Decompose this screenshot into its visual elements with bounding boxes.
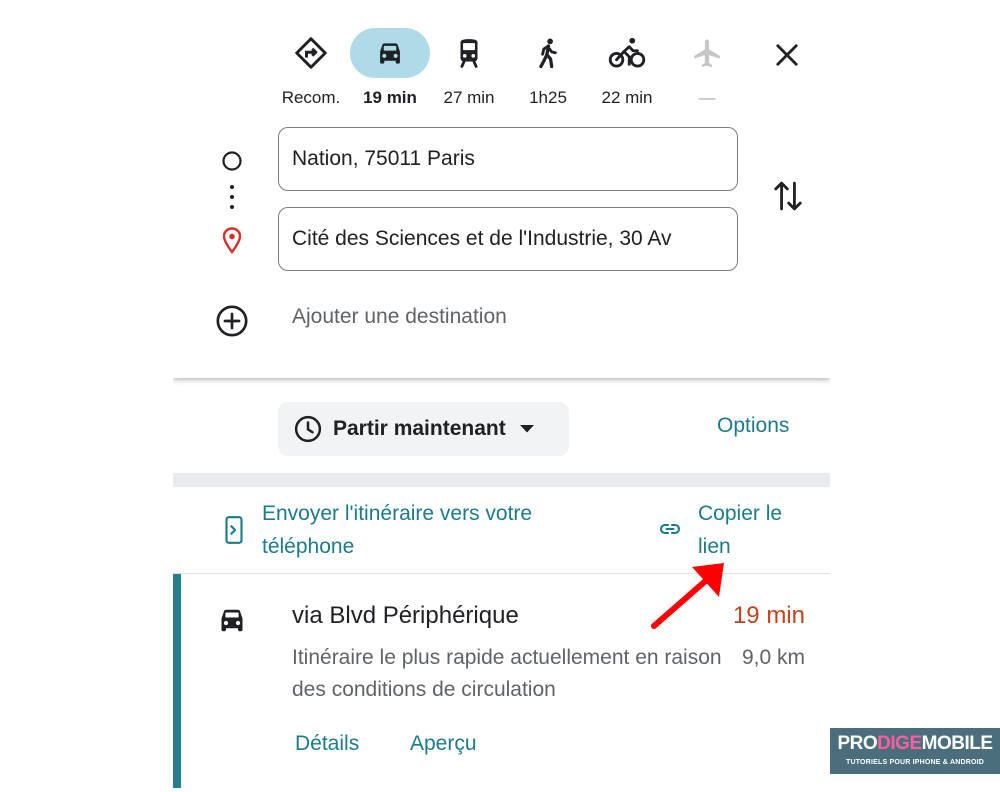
section-separator xyxy=(173,473,830,487)
mode-transit-pill xyxy=(441,28,497,78)
mode-car-pill xyxy=(350,28,430,78)
route-duration: 19 min xyxy=(732,602,805,629)
origin-field[interactable] xyxy=(278,127,738,191)
close-icon xyxy=(776,44,798,66)
airplane-icon xyxy=(694,39,720,68)
mode-bike-pill xyxy=(599,28,655,78)
origin-input[interactable] xyxy=(292,128,727,190)
walking-icon xyxy=(539,38,557,69)
mode-flight: — xyxy=(657,22,757,112)
mode-label: — xyxy=(698,88,716,107)
route-distance: 9,0 km xyxy=(741,646,805,669)
directions-header-card: Recom. 19 min 27 min 1h25 22 min — Natio… xyxy=(173,0,830,378)
route-description: Itinéraire le plus rapide actuellement e… xyxy=(292,646,722,701)
bicycle-icon xyxy=(608,37,646,68)
link-icon[interactable] xyxy=(655,517,685,541)
brand-part-c: MOBILE xyxy=(921,733,993,754)
car-icon xyxy=(380,43,400,64)
add-destination-label[interactable]: Ajouter une destination xyxy=(292,305,507,329)
annotation-arrow xyxy=(651,563,724,629)
mode-walk-pill xyxy=(520,28,576,78)
destination-field[interactable] xyxy=(278,207,738,271)
send-to-phone-link[interactable]: Envoyer l'itinéraire vers votre téléphon… xyxy=(262,497,607,563)
route-preview-link[interactable]: Aperçu xyxy=(410,732,477,756)
clock-icon xyxy=(294,415,322,443)
options-link[interactable]: Options xyxy=(717,414,789,438)
mode-flight-pill xyxy=(679,28,735,78)
destination-input[interactable] xyxy=(292,208,727,270)
swap-icon[interactable] xyxy=(772,178,804,214)
depart-time-label: Partir maintenant xyxy=(333,417,506,440)
send-to-phone-icon[interactable] xyxy=(221,515,247,545)
selected-route-indicator xyxy=(173,574,181,788)
copy-link-button[interactable]: Copier le lien xyxy=(698,497,813,563)
directions-panel: Recom. 19 min 27 min 1h25 22 min — Natio… xyxy=(173,0,830,792)
add-destination-icon[interactable] xyxy=(215,304,249,338)
brand-part-b: DIGE xyxy=(877,733,922,754)
brand-part-a: PRO xyxy=(837,733,878,754)
directions-diamond-icon xyxy=(295,37,327,69)
destination-pin-icon xyxy=(222,227,242,254)
close-button[interactable] xyxy=(767,38,807,72)
brand-tagline: TUTORIELS POUR IPHONE & ANDROID xyxy=(845,759,985,766)
origin-circle-icon xyxy=(222,151,242,171)
dropdown-triangle-icon xyxy=(519,425,534,433)
route-car-icon xyxy=(221,609,243,632)
depart-time-button[interactable]: Partir maintenant xyxy=(278,402,569,456)
train-icon xyxy=(460,39,478,68)
route-title: via Blvd Périphérique xyxy=(292,602,519,629)
brand-watermark: PRODIGEMOBILE TUTORIELS POUR IPHONE & AN… xyxy=(830,728,1000,774)
mode-recommended-pill xyxy=(283,28,339,78)
route-details-link[interactable]: Détails xyxy=(295,732,359,756)
route-dots-icon xyxy=(230,185,234,209)
brand-logo-text: PRODIGEMOBILE xyxy=(830,733,1000,755)
